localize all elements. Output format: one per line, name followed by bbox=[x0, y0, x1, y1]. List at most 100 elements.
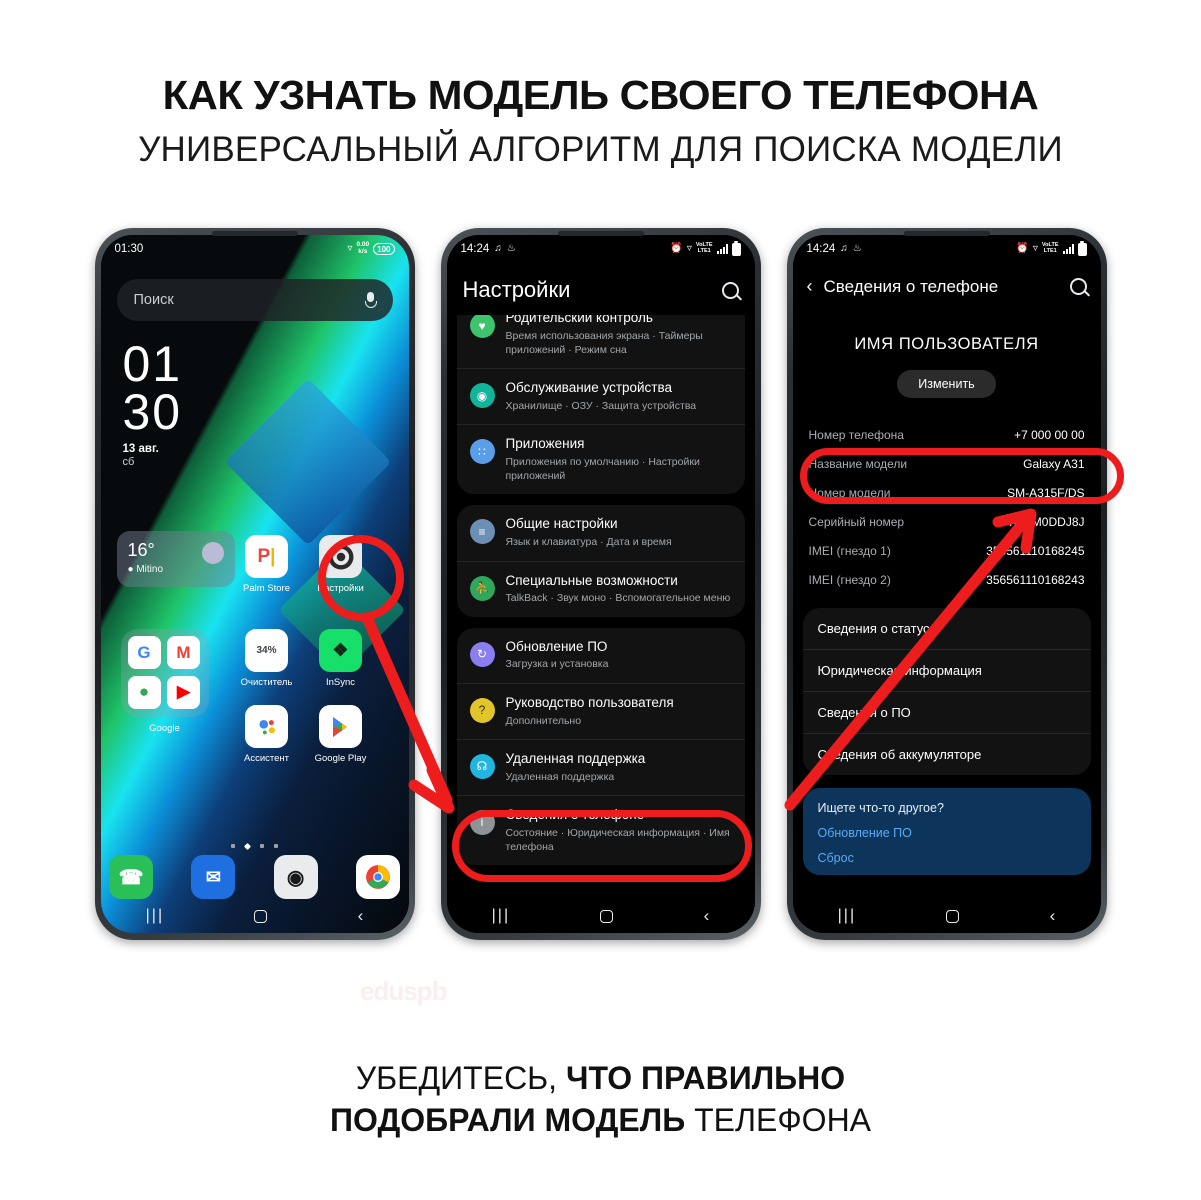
footer-text-bold: ЧТО ПРАВИЛЬНО bbox=[565, 1059, 846, 1096]
edit-button[interactable]: Изменить bbox=[897, 370, 996, 398]
wifi-icon: ▿ bbox=[347, 243, 353, 254]
info-icon: i bbox=[469, 809, 495, 835]
home-icon[interactable] bbox=[600, 909, 614, 923]
page-dot[interactable] bbox=[260, 844, 264, 848]
camera-icon[interactable]: ◉ bbox=[273, 855, 318, 899]
app-palm-store[interactable]: P | Palm Store bbox=[241, 535, 293, 594]
about-options-list: Сведения о статусе Юридическая информаци… bbox=[802, 608, 1091, 775]
settings-item-about-phone[interactable]: i Сведения о телефоне Состояние · Юридич… bbox=[456, 794, 745, 865]
home-icon[interactable] bbox=[254, 909, 268, 923]
blue-card-title: Ищете что-то другое? bbox=[817, 801, 944, 815]
page-indicator[interactable] bbox=[101, 842, 409, 851]
home-icon[interactable] bbox=[946, 909, 960, 923]
settings-item-accessibility[interactable]: ⛹ Специальные возможности TalkBack · Зву… bbox=[456, 560, 745, 617]
page-dot[interactable] bbox=[274, 844, 278, 848]
clock-date: 13 авг. bbox=[122, 443, 159, 455]
search-icon[interactable] bbox=[1069, 278, 1087, 295]
clock-hours: 01 bbox=[122, 336, 183, 392]
settings-item-apps[interactable]: ∷ Приложения Приложения по умолчанию · Н… bbox=[456, 424, 745, 494]
battery-percent-badge: 100 bbox=[373, 243, 395, 255]
palm-store-icon: P | bbox=[245, 535, 288, 578]
blue-card-link-software-update[interactable]: Обновление ПО bbox=[818, 826, 1076, 840]
app-label: Настройки bbox=[317, 583, 364, 594]
sliders-icon: ≡ bbox=[469, 519, 495, 545]
app-cleaner[interactable]: 34% Очиститель bbox=[241, 629, 293, 688]
phone1-status-bar: 01:30 ▿ 0.00 k/s 100 bbox=[101, 235, 409, 263]
settings-item-parental-control[interactable]: ♥ Родительский контроль Время использова… bbox=[457, 315, 745, 368]
about-item-status[interactable]: Сведения о статусе bbox=[803, 608, 1091, 649]
info-value: 356561110168243 bbox=[986, 572, 1085, 587]
about-item-battery[interactable]: Сведения об аккумуляторе bbox=[802, 733, 1091, 775]
footer-text-bold: ПОДОБРАЛИ МОДЕЛЬ bbox=[329, 1102, 686, 1139]
about-title: Сведения о телефоне bbox=[823, 276, 999, 296]
page-dot-active[interactable] bbox=[243, 842, 252, 851]
chrome-icon[interactable] bbox=[355, 855, 400, 899]
about-item-software[interactable]: Сведения о ПО bbox=[802, 691, 1091, 733]
accessibility-icon: ⛹ bbox=[469, 575, 495, 601]
info-value: Galaxy A31 bbox=[1023, 456, 1085, 471]
back-icon[interactable]: ‹ bbox=[1050, 906, 1056, 926]
watermark: eduspb bbox=[360, 976, 447, 1006]
footer-line-1: УБЕДИТЕСЬ, ЧТО ПРАВИЛЬНО bbox=[0, 1057, 1201, 1100]
info-key: IMEI (гнездо 1) bbox=[808, 543, 891, 558]
device-care-icon: ◉ bbox=[469, 383, 495, 409]
settings-item-remote-support[interactable]: ☊ Удаленная поддержка Удаленная поддержк… bbox=[456, 738, 745, 795]
info-key: IMEI (гнездо 2) bbox=[808, 572, 891, 587]
looking-for-something-else-card: Ищете что-то другое? Обновление ПО Сброс bbox=[802, 788, 1091, 875]
recents-icon[interactable]: ||| bbox=[838, 907, 856, 925]
app-settings[interactable]: Настройки bbox=[315, 535, 367, 594]
alarm-icon: ⏰ bbox=[1016, 243, 1029, 254]
headset-icon: ☊ bbox=[469, 753, 495, 779]
info-row-imei-1: IMEI (гнездо 1) 356561110168245 bbox=[809, 536, 1085, 565]
battery-icon bbox=[731, 242, 741, 256]
search-icon[interactable] bbox=[721, 281, 739, 299]
settings-list[interactable]: ♥ Родительский контроль Время использова… bbox=[447, 315, 755, 933]
phone2-status-bar: 14:24 ♫ ♨ ⏰ ▿ VoLTE LTE1 bbox=[447, 235, 755, 263]
about-item-legal[interactable]: Юридическая информация bbox=[802, 649, 1091, 691]
info-row-model-number: Номер модели SM-A315F/DS bbox=[809, 478, 1085, 507]
poster-header: КАК УЗНАТЬ МОДЕЛЬ СВОЕГО ТЕЛЕФОНА УНИВЕР… bbox=[0, 0, 1201, 170]
info-key: Номер модели bbox=[808, 485, 891, 500]
user-manual-icon: ? bbox=[469, 697, 495, 723]
google-assistant-icon bbox=[245, 705, 288, 748]
item-title: Руководство пользователя bbox=[505, 694, 674, 710]
back-chevron-icon[interactable]: ‹ bbox=[807, 276, 813, 297]
device-user-name: ИМЯ ПОЛЬЗОВАТЕЛЯ bbox=[854, 335, 1039, 353]
settings-item-software-update[interactable]: ↻ Обновление ПО Загрузка и установка bbox=[457, 628, 745, 683]
settings-item-general[interactable]: ≡ Общие настройки Язык и клавиатура · Да… bbox=[457, 505, 745, 560]
info-value: 356561110168245 bbox=[986, 543, 1085, 558]
signal-icon bbox=[1062, 244, 1074, 254]
blue-card-link-reset[interactable]: Сброс bbox=[818, 851, 1076, 865]
settings-item-user-manual[interactable]: ? Руководство пользователя Дополнительно bbox=[456, 682, 745, 739]
item-subtitle: Время использования экрана · Таймеры при… bbox=[505, 329, 703, 357]
phone3-status-bar: 14:24 ♫ ♨ ⏰ ▿ VoLTE LTE1 bbox=[793, 235, 1101, 263]
insync-icon: ❖ bbox=[319, 629, 362, 672]
app-insync[interactable]: ❖ InSync bbox=[315, 629, 367, 688]
microphone-icon[interactable] bbox=[365, 292, 377, 308]
weather-widget[interactable]: 16° ● Mitino bbox=[116, 531, 235, 587]
app-google-play[interactable]: Google Play bbox=[315, 705, 367, 764]
battery-icon bbox=[1077, 242, 1087, 256]
item-title: Специальные возможности bbox=[505, 572, 678, 588]
back-icon[interactable]: ‹ bbox=[358, 906, 364, 926]
clock-widget[interactable]: 01 30 13 авг. сб bbox=[117, 336, 393, 468]
folder-google[interactable]: G M ● ▶ bbox=[120, 629, 209, 717]
search-input[interactable]: Поиск bbox=[116, 279, 393, 321]
settings-item-device-care[interactable]: ◉ Обслуживание устройства Хранилище · ОЗ… bbox=[456, 368, 745, 424]
about-header: ‹ Сведения о телефоне bbox=[793, 263, 1101, 307]
gear-icon bbox=[319, 535, 362, 578]
page-subtitle: УНИВЕРСАЛЬНЫЙ АЛГОРИТМ ДЛЯ ПОИСКА МОДЕЛИ bbox=[138, 130, 1063, 170]
back-icon[interactable]: ‹ bbox=[704, 906, 710, 926]
app-row-2: 34% Очиститель ❖ InSync bbox=[241, 629, 367, 688]
item-title: Приложения bbox=[505, 436, 585, 452]
recents-icon[interactable]: ||| bbox=[146, 907, 164, 925]
messages-icon[interactable]: ✉ bbox=[191, 855, 236, 899]
app-row-3: Ассистент Google Play bbox=[241, 705, 367, 764]
app-assistant[interactable]: Ассистент bbox=[241, 705, 293, 764]
youtube-icon: ▶ bbox=[167, 675, 200, 709]
phone-icon[interactable]: ☎ bbox=[109, 855, 154, 899]
page-dot[interactable] bbox=[231, 844, 235, 848]
weather-condition-icon bbox=[201, 542, 224, 564]
info-value: SM-A315F/DS bbox=[1007, 485, 1085, 500]
recents-icon[interactable]: ||| bbox=[492, 907, 510, 925]
